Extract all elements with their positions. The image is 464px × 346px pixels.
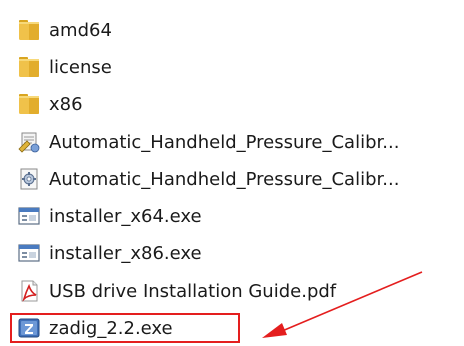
file-name: USB drive Installation Guide.pdf [49, 280, 337, 302]
zadig-app-icon [14, 313, 44, 343]
file-item-calibr-setup[interactable]: Automatic_Handheld_Pressure_Calibr... [14, 127, 454, 157]
pdf-icon [14, 276, 44, 306]
file-item-amd64[interactable]: amd64 [14, 15, 454, 45]
file-name: zadig_2.2.exe [49, 317, 173, 339]
file-name: installer_x64.exe [49, 205, 202, 227]
folder-icon [14, 15, 44, 45]
executable-icon [14, 201, 44, 231]
file-item-calibr-settings[interactable]: Automatic_Handheld_Pressure_Calibr... [14, 164, 454, 194]
folder-icon [14, 89, 44, 119]
file-name: Automatic_Handheld_Pressure_Calibr... [49, 168, 400, 190]
file-item-license[interactable]: license [14, 52, 454, 82]
executable-icon [14, 238, 44, 268]
settings-file-icon [14, 164, 44, 194]
file-item-installer-x64[interactable]: installer_x64.exe [14, 201, 454, 231]
file-name: amd64 [49, 19, 112, 41]
file-item-x86[interactable]: x86 [14, 89, 454, 119]
file-name: x86 [49, 93, 83, 115]
file-list: amd64 license x86 Automatic_Handheld_Pre… [0, 0, 464, 346]
setup-config-icon [14, 127, 44, 157]
file-item-zadig[interactable]: zadig_2.2.exe [14, 313, 454, 343]
file-item-usb-guide-pdf[interactable]: USB drive Installation Guide.pdf [14, 276, 454, 306]
folder-icon [14, 52, 44, 82]
file-name: Automatic_Handheld_Pressure_Calibr... [49, 131, 400, 153]
file-name: license [49, 56, 112, 78]
file-name: installer_x86.exe [49, 242, 202, 264]
file-item-installer-x86[interactable]: installer_x86.exe [14, 238, 454, 268]
